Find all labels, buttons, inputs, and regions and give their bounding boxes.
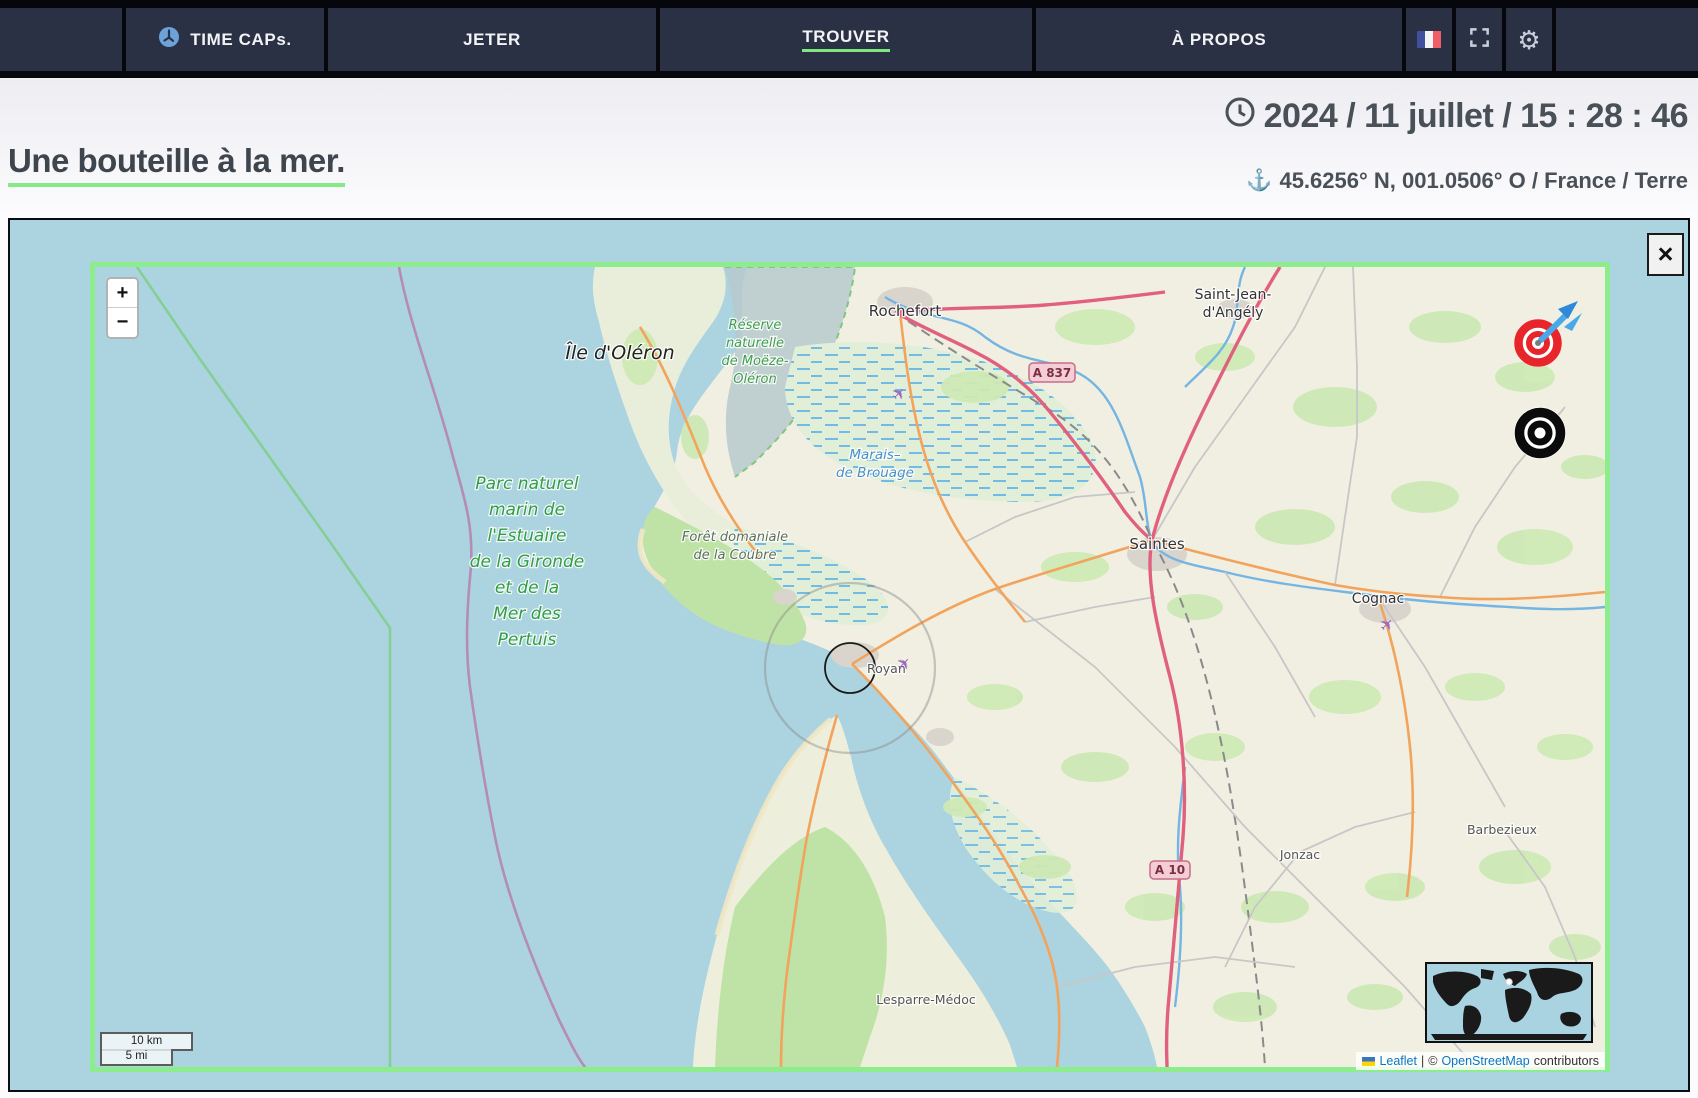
label-cognac: Cognac (1352, 591, 1404, 607)
svg-text:Marais–: Marais– (849, 447, 901, 463)
road-badge-a837: A 837 (1029, 363, 1075, 382)
svg-text:Parc naturel: Parc naturel (475, 474, 578, 494)
attribution-separator: | (1421, 1054, 1424, 1068)
zoom-in-button[interactable]: + (108, 279, 137, 308)
nav-item-label: TROUVER (802, 27, 889, 52)
road-badge-a10: A 10 (1150, 861, 1190, 879)
nav-spacer-right (1556, 8, 1698, 71)
svg-text:A 837: A 837 (1033, 366, 1072, 380)
attribution-contributors: contributors (1534, 1054, 1599, 1068)
coords-text: 45.6256° N, 001.0506° O / France / Terre (1279, 168, 1688, 194)
world-minimap-canvas (1427, 964, 1591, 1041)
nav-item-a-propos[interactable]: À PROPOS (1036, 8, 1402, 71)
nav-item-label: À PROPOS (1172, 30, 1267, 50)
map-attribution: Leaflet | © OpenStreetMap contributors (1356, 1052, 1605, 1070)
svg-text:A 10: A 10 (1155, 863, 1185, 877)
target-marker-black[interactable] (1514, 407, 1566, 459)
svg-text:l'Estuaire: l'Estuaire (487, 526, 566, 546)
svg-text:et de la: et de la (495, 578, 559, 598)
map-close-button[interactable]: × (1647, 233, 1684, 276)
zoom-out-button[interactable]: − (108, 308, 137, 337)
leaflet-link[interactable]: Leaflet (1379, 1054, 1417, 1068)
map-bounds-rectangle: Île d'Oléron Réserve naturelle de Moëze-… (90, 262, 1610, 1072)
top-navbar: TIME CAPs. JETER TROUVER À PROPOS ⚙ (0, 0, 1698, 78)
coords-display: ⚓ 45.6256° N, 001.0506° O / France / Ter… (1246, 168, 1688, 194)
nav-item-time-caps[interactable]: TIME CAPs. (126, 8, 324, 71)
svg-text:Oléron: Oléron (733, 372, 776, 387)
page-title[interactable]: Une bouteille à la mer. (8, 142, 345, 187)
nav-fullscreen-button[interactable] (1456, 8, 1502, 71)
svg-text:naturelle: naturelle (726, 336, 784, 351)
svg-text:de la Coubre: de la Coubre (694, 548, 777, 563)
gear-icon: ⚙ (1517, 27, 1540, 53)
label-saintes: Saintes (1129, 535, 1184, 553)
svg-text:de Moëze-: de Moëze- (721, 354, 788, 369)
nav-spacer-left (0, 8, 122, 71)
french-flag-icon (1417, 31, 1442, 48)
label-barbezieux: Barbezieux (1467, 822, 1537, 837)
svg-text:de Brouage: de Brouage (836, 465, 914, 481)
label-ile-oleron: Île d'Oléron (565, 341, 674, 364)
ukraine-flag-icon (1362, 1057, 1375, 1066)
svg-text:Réserve: Réserve (729, 318, 782, 333)
scale-bar-mi: 5 mi (100, 1049, 173, 1066)
label-lesparre-medoc: Lesparre-Médoc (876, 992, 976, 1007)
svg-text:de la Gironde: de la Gironde (470, 552, 585, 572)
svg-text:d'Angély: d'Angély (1203, 305, 1264, 321)
map-container: × (8, 218, 1690, 1092)
clock-nav-icon (158, 26, 180, 53)
anchor-icon: ⚓ (1246, 169, 1272, 193)
nav-item-label: TIME CAPs. (190, 30, 291, 50)
svg-text:marin de: marin de (489, 500, 565, 520)
attribution-copyright: © (1428, 1054, 1437, 1068)
svg-text:Saint-Jean-: Saint-Jean- (1195, 287, 1272, 303)
datetime-display: 2024 / 11 juillet / 15 : 28 : 46 (1224, 96, 1688, 137)
nav-item-jeter[interactable]: JETER (328, 8, 656, 71)
nav-item-trouver[interactable]: TROUVER (660, 8, 1032, 71)
map-zoom-control: + − (106, 277, 139, 339)
minimap-location-dot (1506, 979, 1512, 985)
nav-settings-button[interactable]: ⚙ (1506, 8, 1552, 71)
svg-text:Forêt domaniale: Forêt domaniale (682, 530, 788, 545)
label-jonzac: Jonzac (1279, 847, 1320, 862)
fullscreen-icon (1468, 26, 1491, 54)
svg-text:Mer des: Mer des (493, 604, 561, 624)
page-header: Une bouteille à la mer. 2024 / 11 juille… (0, 78, 1698, 218)
datetime-text: 2024 / 11 juillet / 15 : 28 : 46 (1264, 97, 1688, 136)
nav-item-label: JETER (463, 30, 521, 50)
nav-language-button[interactable] (1406, 8, 1452, 71)
map-canvas[interactable]: Île d'Oléron Réserve naturelle de Moëze-… (95, 267, 1605, 1067)
svg-text:Pertuis: Pertuis (498, 630, 557, 650)
openstreetmap-link[interactable]: OpenStreetMap (1441, 1054, 1529, 1068)
label-rochefort: Rochefort (869, 302, 942, 320)
world-minimap[interactable] (1425, 962, 1593, 1043)
clock-icon (1224, 96, 1256, 137)
